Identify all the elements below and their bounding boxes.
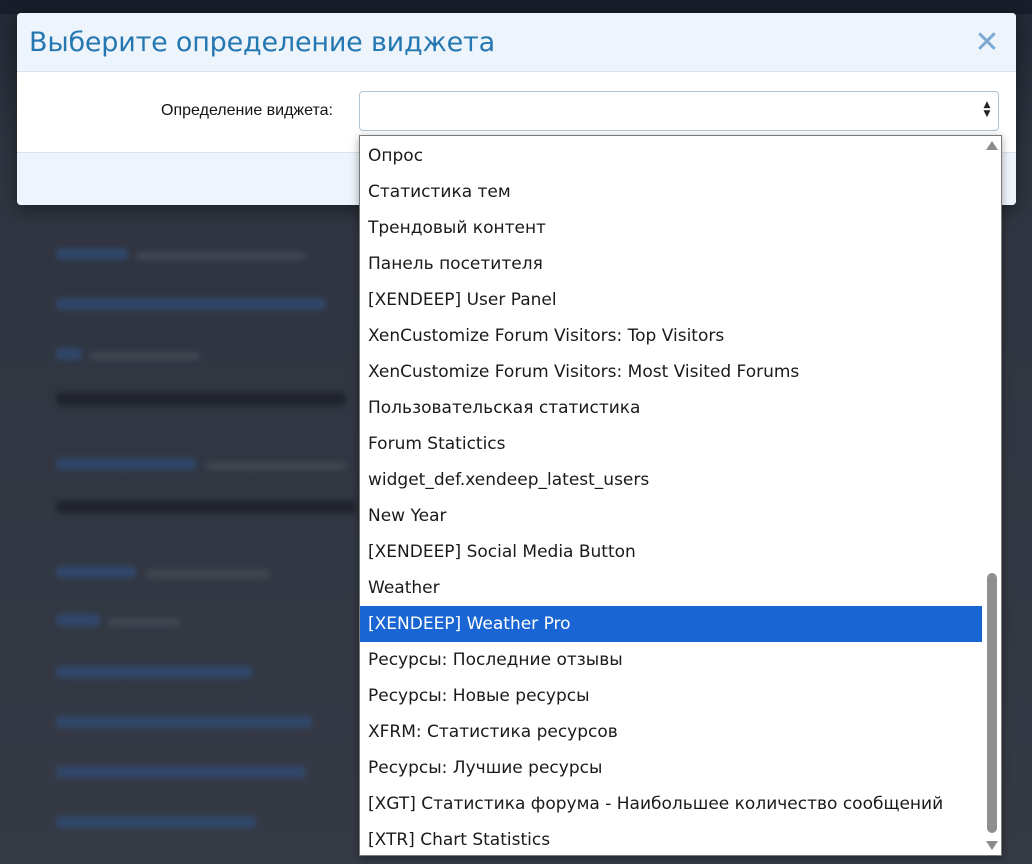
dropdown-option[interactable]: Ресурсы: Лучшие ресурсы <box>360 750 982 786</box>
dialog-title: Выберите определение виджета <box>29 26 495 58</box>
updown-arrows-icon: ▲ ▼ <box>983 100 991 119</box>
dropdown-option[interactable]: Панель посетителя <box>360 246 982 282</box>
dropdown-option[interactable]: Опрос <box>360 138 982 174</box>
dropdown-option[interactable]: [XENDEEP] Social Media Button <box>360 534 982 570</box>
dropdown-option[interactable]: Ресурсы: Новые ресурсы <box>360 678 982 714</box>
dropdown-option[interactable]: widget_def.xendeep_latest_users <box>360 462 982 498</box>
dropdown-scrollbar[interactable] <box>982 136 1001 855</box>
dropdown-option[interactable]: XenCustomize Forum Visitors: Most Visite… <box>360 354 982 390</box>
widget-definition-dropdown[interactable]: Опрос Статистика тем Трендовый контент Пане… <box>359 135 1002 856</box>
widget-definition-label: Определение виджета: <box>161 102 333 119</box>
scroll-down-arrow-icon[interactable] <box>986 841 998 850</box>
dropdown-option[interactable]: [XENDEEP] Weather Pro <box>360 606 982 642</box>
dropdown-option[interactable]: Weather <box>360 570 982 606</box>
dropdown-option[interactable]: Forum Statictics <box>360 426 982 462</box>
dropdown-option[interactable]: Трендовый контент <box>360 210 982 246</box>
scroll-up-arrow-icon[interactable] <box>986 141 998 150</box>
dropdown-option[interactable]: New Year <box>360 498 982 534</box>
dropdown-option[interactable]: Ресурсы: Последние отзывы <box>360 642 982 678</box>
scroll-thumb[interactable] <box>987 573 997 833</box>
dropdown-option[interactable]: [XENDEEP] User Panel <box>360 282 982 318</box>
dialog-header: Выберите определение виджета ✕ <box>17 13 1016 72</box>
close-icon[interactable]: ✕ <box>972 25 1002 60</box>
dropdown-option[interactable]: [XGT] Статистика форума - Наибольшее кол… <box>360 786 982 822</box>
dropdown-option[interactable]: Статистика тем <box>360 174 982 210</box>
dropdown-option[interactable]: XFRM: Статистика ресурсов <box>360 714 982 750</box>
dropdown-option[interactable]: Пользовательская статистика <box>360 390 982 426</box>
widget-definition-select[interactable]: ▲ ▼ <box>359 91 999 131</box>
dropdown-option[interactable]: XenCustomize Forum Visitors: Top Visitor… <box>360 318 982 354</box>
dropdown-option[interactable]: [XTR] Chart Statistics <box>360 822 982 855</box>
